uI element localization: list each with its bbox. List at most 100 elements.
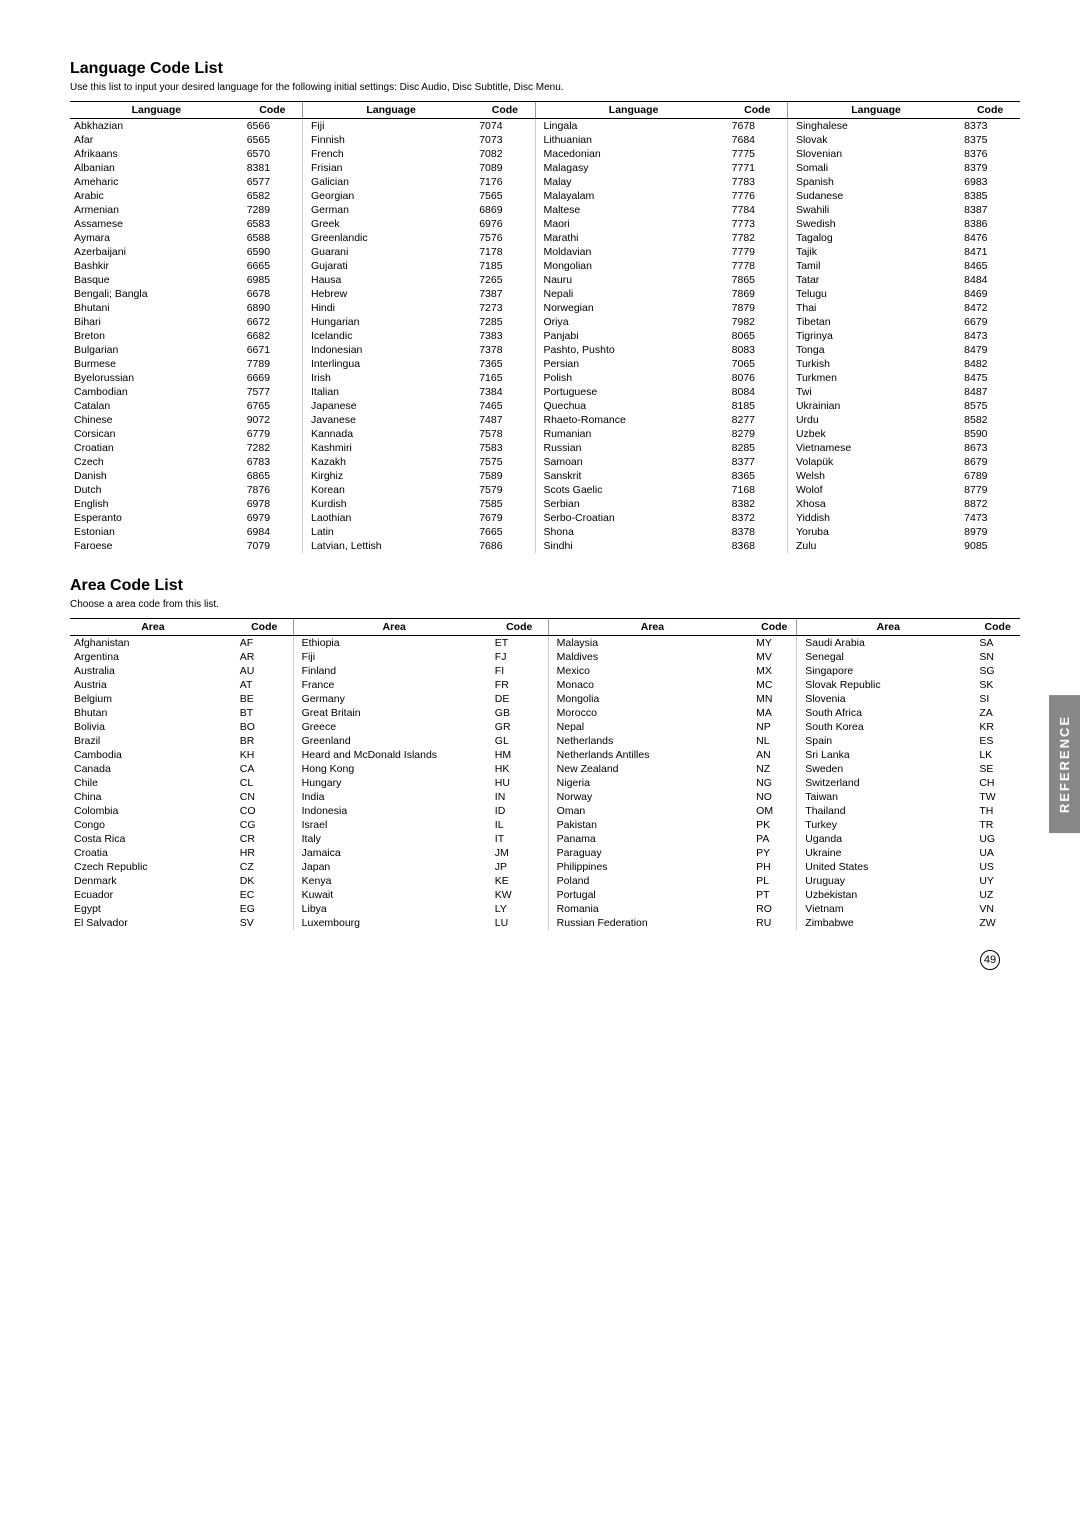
lang-name: Cambodian [70,385,243,399]
language-table-row: Bihari6672Hungarian7285Oriya7982Tibetan6… [70,315,1020,329]
area-col2-header-area: Area [293,619,491,636]
area-name: Israel [293,818,491,832]
lang-name: Somali [787,161,960,175]
lang-code: 8779 [960,483,1020,497]
lang-name: Bihari [70,315,243,329]
area-name: New Zealand [548,762,752,776]
area-name: Czech Republic [70,860,236,874]
lang-code: 8679 [960,455,1020,469]
lang-name: Welsh [787,469,960,483]
area-name: Turkey [797,818,976,832]
lang-name: Sindhi [535,539,728,553]
area-name: Greenland [293,734,491,748]
area-code: HR [236,846,293,860]
area-name: Paraguay [548,846,752,860]
area-code: BE [236,692,293,706]
area-code: ID [491,804,548,818]
lang-name: Maltese [535,203,728,217]
lang-name: Georgian [303,189,476,203]
lang-code: 8673 [960,441,1020,455]
area-name: India [293,790,491,804]
lang-code: 8465 [960,259,1020,273]
language-table-row: Afrikaans6570French7082Macedonian7775Slo… [70,147,1020,161]
lang-name: Bashkir [70,259,243,273]
area-name: Morocco [548,706,752,720]
area-table-row: BoliviaBOGreeceGRNepalNPSouth KoreaKR [70,720,1020,734]
lang-name: Greek [303,217,476,231]
lang-name: Galician [303,175,476,189]
area-code: SA [975,636,1020,651]
lang-name: Danish [70,469,243,483]
area-code: UG [975,832,1020,846]
area-code: PK [752,818,797,832]
language-table-row: Arabic6582Georgian7565Malayalam7776Sudan… [70,189,1020,203]
area-name: Saudi Arabia [797,636,976,651]
area-code: CH [975,776,1020,790]
lang-code: 6672 [243,315,303,329]
area-code: HM [491,748,548,762]
lang-name: Ukrainian [787,399,960,413]
language-table: Language Code Language Code Language Cod… [70,101,1020,553]
lang-name: Bulgarian [70,343,243,357]
lang-code: 8368 [728,539,788,553]
area-code: BO [236,720,293,734]
area-code: HU [491,776,548,790]
lang-code: 8487 [960,385,1020,399]
language-table-row: Burmese7789Interlingua7365Persian7065Tur… [70,357,1020,371]
lang-name: Moldavian [535,245,728,259]
lang-code: 7579 [475,483,535,497]
lang-name: Oriya [535,315,728,329]
lang-col3-header-code: Code [728,102,788,119]
area-col3-header-code: Code [752,619,797,636]
lang-name: Slovenian [787,147,960,161]
area-code: LK [975,748,1020,762]
area-section-title: Area Code List [70,577,1020,595]
lang-code: 7384 [475,385,535,399]
lang-name: Serbo-Croatian [535,511,728,525]
lang-code: 7082 [475,147,535,161]
lang-code: 7178 [475,245,535,259]
lang-name: Portuguese [535,385,728,399]
area-name: Thailand [797,804,976,818]
area-name: Egypt [70,902,236,916]
area-code: IN [491,790,548,804]
lang-code: 8482 [960,357,1020,371]
area-name: Pakistan [548,818,752,832]
area-name: Bhutan [70,706,236,720]
area-table-row: Costa RicaCRItalyITPanamaPAUgandaUG [70,832,1020,846]
lang-name: Korean [303,483,476,497]
lang-code: 7982 [728,315,788,329]
area-name: Finland [293,664,491,678]
area-code: SK [975,678,1020,692]
lang-code: 7589 [475,469,535,483]
area-table-row: EgyptEGLibyaLYRomaniaROVietnamVN [70,902,1020,916]
lang-code: 6665 [243,259,303,273]
area-code: CG [236,818,293,832]
lang-name: Twi [787,385,960,399]
area-code: KH [236,748,293,762]
lang-name: Turkish [787,357,960,371]
area-table-row: BelgiumBEGermanyDEMongoliaMNSloveniaSI [70,692,1020,706]
lang-code: 9072 [243,413,303,427]
lang-name: Hungarian [303,315,476,329]
area-code: SI [975,692,1020,706]
lang-code: 7289 [243,203,303,217]
lang-code: 8279 [728,427,788,441]
language-table-row: Aymara6588Greenlandic7576Marathi7782Taga… [70,231,1020,245]
area-code: OM [752,804,797,818]
area-name: Sri Lanka [797,748,976,762]
lang-name: Shona [535,525,728,539]
lang-code: 6682 [243,329,303,343]
area-code: PA [752,832,797,846]
lang-name: Gujarati [303,259,476,273]
language-table-row: Bashkir6665Gujarati7185Mongolian7778Tami… [70,259,1020,273]
lang-name: Malagasy [535,161,728,175]
area-table-row: AfghanistanAFEthiopiaETMalaysiaMYSaudi A… [70,636,1020,651]
lang-name: Faroese [70,539,243,553]
area-name: Colombia [70,804,236,818]
area-code: ZA [975,706,1020,720]
lang-code: 7383 [475,329,535,343]
area-name: France [293,678,491,692]
lang-name: Tajik [787,245,960,259]
lang-code: 8872 [960,497,1020,511]
